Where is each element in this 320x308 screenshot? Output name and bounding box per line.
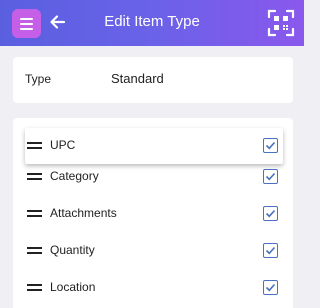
type-card[interactable]: Type Standard — [13, 57, 293, 103]
fields-list: UPC Category Attachments Quantity Locati… — [13, 118, 293, 308]
list-item-quantity[interactable]: Quantity — [25, 233, 283, 269]
drag-handle-icon[interactable] — [27, 210, 42, 218]
field-label: Quantity — [50, 243, 95, 257]
check-icon — [265, 209, 276, 218]
field-label: Location — [50, 280, 96, 294]
field-label: Attachments — [50, 206, 117, 220]
check-icon — [265, 246, 276, 255]
field-label: Category — [50, 169, 99, 183]
checkbox[interactable] — [263, 243, 278, 258]
app-header: Edit Item Type — [0, 0, 304, 46]
checkbox[interactable] — [263, 280, 278, 295]
drag-handle-icon[interactable] — [27, 284, 42, 292]
app-screen: Edit Item Type Type Standard UPC Categor… — [0, 0, 304, 308]
scan-icon — [267, 9, 295, 37]
checkbox[interactable] — [263, 206, 278, 221]
list-item-attachments[interactable]: Attachments — [25, 196, 283, 232]
list-item-location[interactable]: Location — [25, 270, 283, 306]
check-icon — [265, 283, 276, 292]
drag-handle-icon[interactable] — [27, 173, 42, 181]
check-icon — [265, 172, 276, 181]
drag-handle-icon[interactable] — [27, 247, 42, 255]
type-value: Standard — [111, 71, 164, 86]
checkbox[interactable] — [263, 138, 278, 153]
check-icon — [265, 141, 276, 150]
checkbox[interactable] — [263, 169, 278, 184]
drag-handle-icon[interactable] — [27, 142, 42, 150]
list-item-category[interactable]: Category — [25, 159, 283, 195]
page-title: Edit Item Type — [104, 13, 200, 30]
field-label: UPC — [50, 138, 76, 152]
type-label: Type — [25, 72, 52, 86]
scan-button[interactable] — [267, 9, 295, 37]
